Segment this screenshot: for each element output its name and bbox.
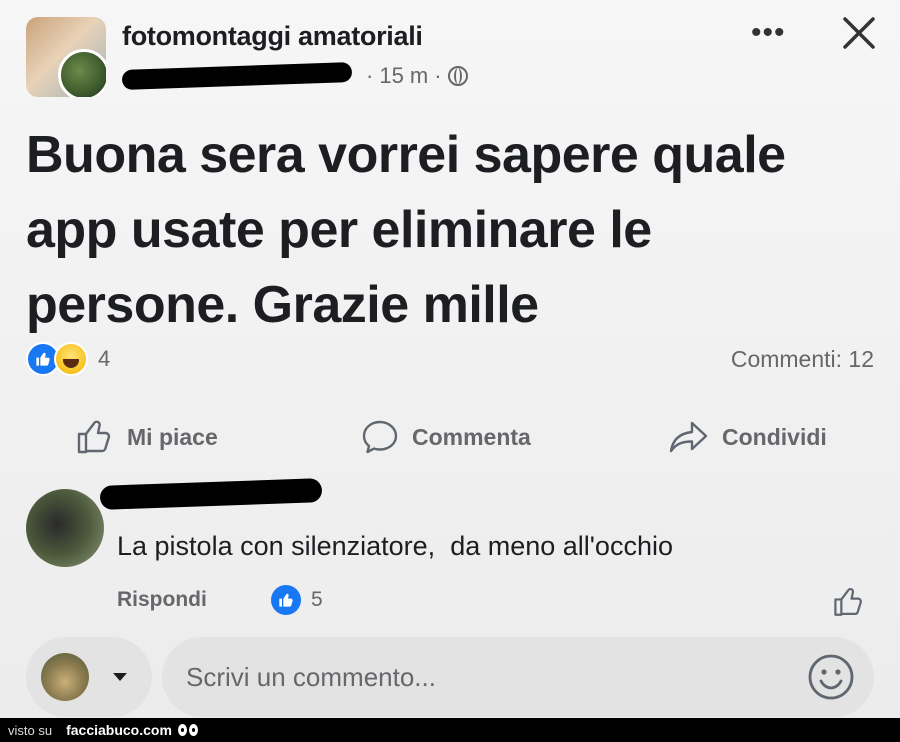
share-button[interactable]: Condividi <box>668 412 827 462</box>
comment-input[interactable]: Scrivi un commento... <box>162 637 874 717</box>
post-time[interactable]: 15 m <box>379 63 428 89</box>
like-button[interactable]: Mi piace <box>75 412 218 462</box>
watermark-logo-icon <box>177 724 200 736</box>
emoji-icon[interactable] <box>806 652 856 702</box>
comment-bubble-icon <box>362 420 398 454</box>
chevron-down-icon <box>113 673 127 681</box>
post-screen: fotomontaggi amatoriali · 15 m · ••• Buo… <box>0 0 900 718</box>
reply-link[interactable]: Rispondi <box>117 588 207 612</box>
share-label: Condividi <box>722 423 827 450</box>
globe-icon <box>447 66 468 86</box>
comment-reactions[interactable]: 5 <box>271 585 323 615</box>
comment-like-count: 5 <box>311 588 323 611</box>
post-text: Buona sera vorrei sapere quale app usate… <box>26 126 786 334</box>
close-icon[interactable] <box>840 14 878 52</box>
share-arrow-icon <box>669 421 708 453</box>
meta-separator: · <box>366 63 374 88</box>
comment-button[interactable]: Commenta <box>360 412 531 462</box>
watermark-prefix: visto su <box>8 722 53 738</box>
action-bar: Mi piace Commenta Condividi <box>0 412 900 462</box>
like-reaction-icon <box>271 585 301 615</box>
comment-label: Commenta <box>412 423 531 450</box>
identity-switcher[interactable] <box>26 637 152 717</box>
group-name[interactable]: fotomontaggi amatoriali <box>122 21 423 52</box>
thumbs-up-icon <box>77 420 111 454</box>
watermark-site: facciabuco.com <box>66 722 172 738</box>
more-icon[interactable]: ••• <box>751 18 791 48</box>
comment-text: La pistola con silenziatore, da meno all… <box>117 531 673 561</box>
group-avatar[interactable] <box>26 17 106 97</box>
meta-separator: · <box>434 63 442 88</box>
comments-count[interactable]: Commenti: 12 <box>731 346 874 373</box>
author-name-redacted <box>121 61 353 91</box>
like-label: Mi piace <box>127 423 218 450</box>
reactions-summary[interactable]: 4 <box>26 342 110 376</box>
comment-like-icon[interactable] <box>832 585 866 619</box>
post-meta: · 15 m · <box>121 61 468 91</box>
watermark-bar: visto su facciabuco.com <box>0 718 900 742</box>
commenter-avatar[interactable] <box>26 489 104 567</box>
haha-reaction-icon <box>54 342 88 376</box>
self-avatar <box>41 653 89 701</box>
author-avatar[interactable] <box>58 49 106 97</box>
commenter-name-redacted <box>99 478 323 510</box>
reaction-count: 4 <box>98 346 111 371</box>
comment-input-placeholder: Scrivi un commento... <box>186 661 436 692</box>
